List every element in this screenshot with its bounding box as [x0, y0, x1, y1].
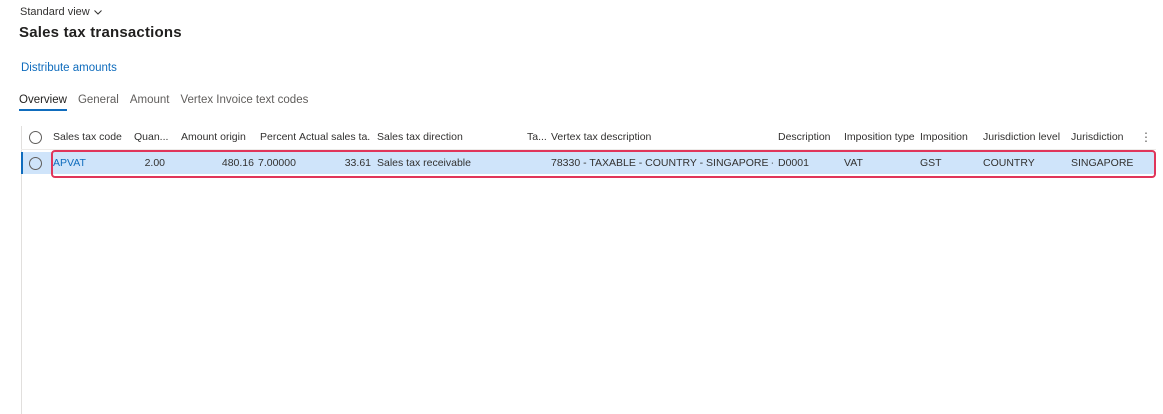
column-header-imposition-type[interactable]: Imposition type: [844, 125, 922, 149]
sales-tax-grid: Sales tax code Quan... Amount origin Per…: [21, 125, 1156, 174]
cell-actual-sales-tax: 33.61: [344, 157, 371, 169]
column-header-description[interactable]: Description: [778, 125, 838, 149]
cell-jurisdiction-level: COUNTRY: [983, 157, 1035, 169]
cell-amount-origin: 480.16: [221, 157, 254, 169]
cell-imposition-type: VAT: [844, 157, 863, 169]
page-title: Sales tax transactions: [19, 24, 182, 41]
row-select-radio[interactable]: [29, 152, 45, 174]
chevron-down-icon: [93, 10, 102, 15]
cell-jurisdiction: SINGAPORE: [1071, 157, 1134, 169]
cell-percent: 7.00000: [258, 157, 296, 169]
cell-description: D0001: [778, 157, 809, 169]
more-vertical-icon[interactable]: ⋮: [1139, 125, 1153, 149]
column-header-ta[interactable]: Ta...: [527, 125, 549, 149]
view-selector[interactable]: Standard view: [20, 6, 103, 18]
tab-vertex-invoice-text-codes[interactable]: Vertex Invoice text codes: [181, 94, 309, 110]
tab-general[interactable]: General: [78, 94, 119, 110]
column-header-amount-origin[interactable]: Amount origin: [181, 125, 247, 149]
cell-sales-tax-direction: Sales tax receivable: [377, 157, 471, 169]
grid-header-row: Sales tax code Quan... Amount origin Per…: [21, 125, 1156, 150]
view-name: Standard view: [20, 6, 90, 18]
column-header-quantity[interactable]: Quan...: [134, 125, 170, 149]
column-header-vertex-tax-description[interactable]: Vertex tax description: [551, 125, 771, 149]
cell-imposition: GST: [920, 157, 942, 169]
column-header-sales-tax-direction[interactable]: Sales tax direction: [377, 125, 517, 149]
table-row[interactable]: APVAT 2.00 480.16 7.00000 33.61 Sales ta…: [21, 152, 1156, 174]
column-header-percent[interactable]: Percent: [260, 125, 296, 149]
select-all-radio[interactable]: [29, 125, 45, 149]
tab-overview[interactable]: Overview: [19, 94, 67, 111]
column-header-jurisdiction-level[interactable]: Jurisdiction level: [983, 125, 1069, 149]
radio-icon: [29, 130, 42, 144]
cell-vertex-tax-description: 78330 - TAXABLE - COUNTRY - SINGAPORE -.…: [551, 157, 773, 169]
distribute-amounts-button[interactable]: Distribute amounts: [21, 62, 117, 74]
cell-quantity: 2.00: [144, 157, 165, 169]
column-header-jurisdiction[interactable]: Jurisdiction: [1071, 125, 1133, 149]
radio-icon: [29, 156, 42, 170]
cell-ta: [527, 152, 549, 174]
tab-bar: Overview General Amount Vertex Invoice t…: [19, 94, 309, 111]
column-header-actual-sales-tax[interactable]: Actual sales ta...: [299, 125, 371, 149]
cell-sales-tax-code[interactable]: APVAT: [53, 152, 131, 174]
column-header-imposition[interactable]: Imposition: [920, 125, 978, 149]
column-header-sales-tax-code[interactable]: Sales tax code: [53, 125, 131, 149]
tab-amount[interactable]: Amount: [130, 94, 170, 110]
